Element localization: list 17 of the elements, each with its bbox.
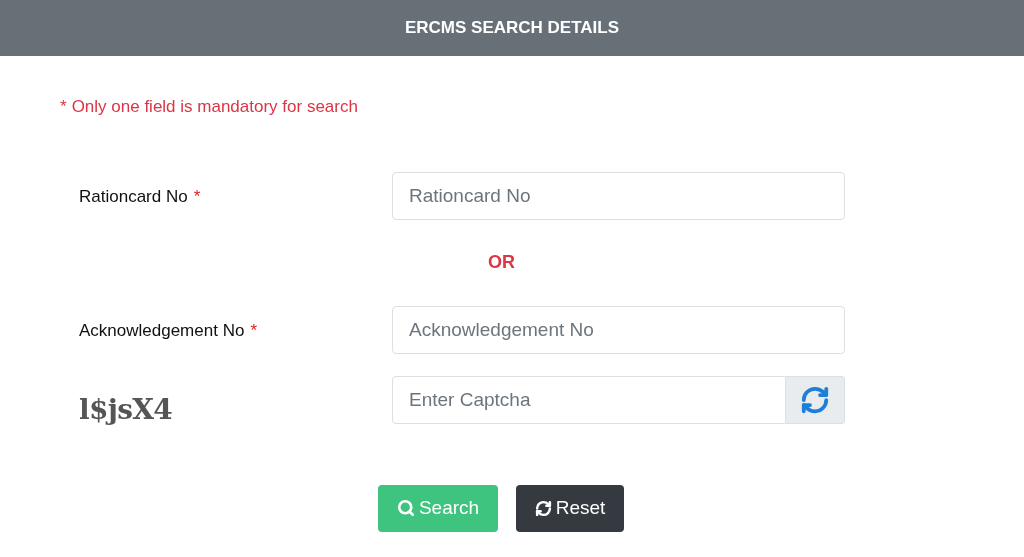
captcha-field[interactable]: Enter Captcha	[392, 375, 786, 424]
captcha-code: l$jsX4	[79, 392, 173, 426]
input-field[interactable]: Acknowledgement No	[392, 305, 845, 354]
refresh-captcha-button[interactable]	[786, 375, 845, 424]
refresh-icon	[800, 384, 830, 415]
refresh-icon	[534, 499, 552, 517]
header-title: ERCMS SEARCH DETAILS	[404, 17, 620, 40]
input-field[interactable]: Rationcard No	[392, 171, 845, 220]
field-label: Acknowledgement No	[79, 319, 245, 342]
required-mark: *	[60, 96, 67, 118]
required-mark: *	[250, 319, 257, 342]
required-mark: *	[193, 185, 201, 208]
mandatory-note: Only one field is mandatory for search	[71, 96, 358, 118]
search-icon	[396, 499, 415, 517]
or-separator: OR	[488, 251, 515, 274]
field-label: Rationcard No	[79, 185, 188, 208]
reset-button[interactable]: Reset	[516, 484, 624, 532]
